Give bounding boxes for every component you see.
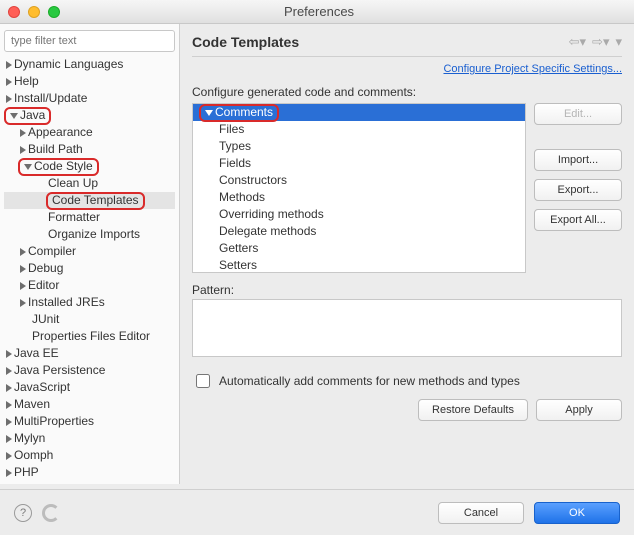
auto-comments-label: Automatically add comments for new metho… xyxy=(219,374,520,388)
chevron-right-icon xyxy=(6,95,12,103)
chevron-down-icon xyxy=(205,110,213,116)
tree-item[interactable]: PHP xyxy=(4,464,175,481)
tree-item[interactable]: Debug xyxy=(4,260,175,277)
close-icon[interactable] xyxy=(8,6,20,18)
tree-item[interactable]: Files xyxy=(193,121,525,138)
tree-item[interactable]: Properties Files Editor xyxy=(4,328,175,345)
chevron-right-icon xyxy=(20,265,26,273)
templates-tree[interactable]: Comments Files Types Fields Constructors… xyxy=(192,103,526,273)
ok-button[interactable]: OK xyxy=(534,502,620,524)
window-title: Preferences xyxy=(60,4,578,19)
chevron-right-icon xyxy=(6,435,12,443)
tree-item-code-style[interactable]: Code Style xyxy=(4,158,175,175)
help-icon[interactable]: ? xyxy=(14,504,32,522)
cancel-button[interactable]: Cancel xyxy=(438,502,524,524)
chevron-right-icon xyxy=(20,299,26,307)
tree-item[interactable]: Mylyn xyxy=(4,430,175,447)
tree-item-comments[interactable]: Comments xyxy=(193,104,525,121)
chevron-right-icon xyxy=(6,384,12,392)
preferences-tree[interactable]: Dynamic Languages Help Install/Update Ja… xyxy=(4,56,175,484)
export-button[interactable]: Export... xyxy=(534,179,622,201)
chevron-right-icon xyxy=(6,367,12,375)
tree-item[interactable]: JUnit xyxy=(4,311,175,328)
tree-item[interactable]: Editor xyxy=(4,277,175,294)
tree-item[interactable]: Types xyxy=(193,138,525,155)
tree-item[interactable]: Getters xyxy=(193,240,525,257)
tree-item[interactable]: Appearance xyxy=(4,124,175,141)
tree-item[interactable]: Install/Update xyxy=(4,90,175,107)
auto-comments-checkbox[interactable] xyxy=(196,374,210,388)
titlebar: Preferences xyxy=(0,0,634,24)
chevron-right-icon xyxy=(6,418,12,426)
pattern-textarea[interactable] xyxy=(192,299,622,357)
tree-item[interactable]: Maven xyxy=(4,396,175,413)
back-icon[interactable]: ⇦▾ xyxy=(569,34,586,50)
tree-item-java[interactable]: Java xyxy=(4,107,175,124)
tree-item[interactable]: JavaScript xyxy=(4,379,175,396)
content-panel: Code Templates ⇦▾ ⇨▾ ▾ Configure Project… xyxy=(180,24,634,484)
restore-defaults-button[interactable]: Restore Defaults xyxy=(418,399,528,421)
tree-item[interactable]: Dynamic Languages xyxy=(4,56,175,73)
zoom-icon[interactable] xyxy=(48,6,60,18)
chevron-right-icon xyxy=(6,452,12,460)
tree-item[interactable]: Constructors xyxy=(193,172,525,189)
tree-item[interactable]: Formatter xyxy=(4,209,175,226)
menu-icon[interactable]: ▾ xyxy=(615,34,622,50)
apply-button[interactable]: Apply xyxy=(536,399,622,421)
footer: ? Cancel OK xyxy=(0,489,634,535)
edit-button[interactable]: Edit... xyxy=(534,103,622,125)
chevron-right-icon xyxy=(20,282,26,290)
import-button[interactable]: Import... xyxy=(534,149,622,171)
chevron-right-icon xyxy=(6,61,12,69)
tree-item[interactable]: Delegate methods xyxy=(193,223,525,240)
tree-item[interactable]: Help xyxy=(4,73,175,90)
tree-item[interactable]: Java Persistence xyxy=(4,362,175,379)
tree-item[interactable]: Oomph xyxy=(4,447,175,464)
chevron-right-icon xyxy=(20,146,26,154)
main-area: Dynamic Languages Help Install/Update Ja… xyxy=(0,24,634,484)
tree-item[interactable]: Clean Up xyxy=(4,175,175,192)
tree-item[interactable]: Setters xyxy=(193,257,525,273)
tree-item[interactable]: Plug-in Development xyxy=(4,481,175,484)
minimize-icon[interactable] xyxy=(28,6,40,18)
chevron-right-icon xyxy=(6,350,12,358)
tree-item[interactable]: MultiProperties xyxy=(4,413,175,430)
tree-item-code-templates[interactable]: Code Templates xyxy=(4,192,175,209)
chevron-right-icon xyxy=(20,129,26,137)
forward-icon[interactable]: ⇨▾ xyxy=(592,34,609,50)
chevron-down-icon xyxy=(24,164,32,170)
filter-input[interactable] xyxy=(4,30,175,52)
progress-icon[interactable] xyxy=(42,504,60,522)
window-controls xyxy=(8,6,60,18)
chevron-right-icon xyxy=(6,401,12,409)
tree-item[interactable]: Java EE xyxy=(4,345,175,362)
nav-icons: ⇦▾ ⇨▾ ▾ xyxy=(569,34,622,50)
page-title: Code Templates xyxy=(192,34,569,50)
tree-item[interactable]: Organize Imports xyxy=(4,226,175,243)
tree-item[interactable]: Compiler xyxy=(4,243,175,260)
export-all-button[interactable]: Export All... xyxy=(534,209,622,231)
tree-item[interactable]: Installed JREs xyxy=(4,294,175,311)
tree-item[interactable]: Fields xyxy=(193,155,525,172)
tree-item[interactable]: Overriding methods xyxy=(193,206,525,223)
tree-item[interactable]: Methods xyxy=(193,189,525,206)
pattern-label: Pattern: xyxy=(192,283,622,297)
chevron-right-icon xyxy=(6,469,12,477)
sidebar: Dynamic Languages Help Install/Update Ja… xyxy=(0,24,180,484)
project-settings-link[interactable]: Configure Project Specific Settings... xyxy=(192,63,622,75)
chevron-down-icon xyxy=(10,113,18,119)
configure-label: Configure generated code and comments: xyxy=(192,85,622,99)
tree-item[interactable]: Build Path xyxy=(4,141,175,158)
chevron-right-icon xyxy=(6,78,12,86)
chevron-right-icon xyxy=(20,248,26,256)
